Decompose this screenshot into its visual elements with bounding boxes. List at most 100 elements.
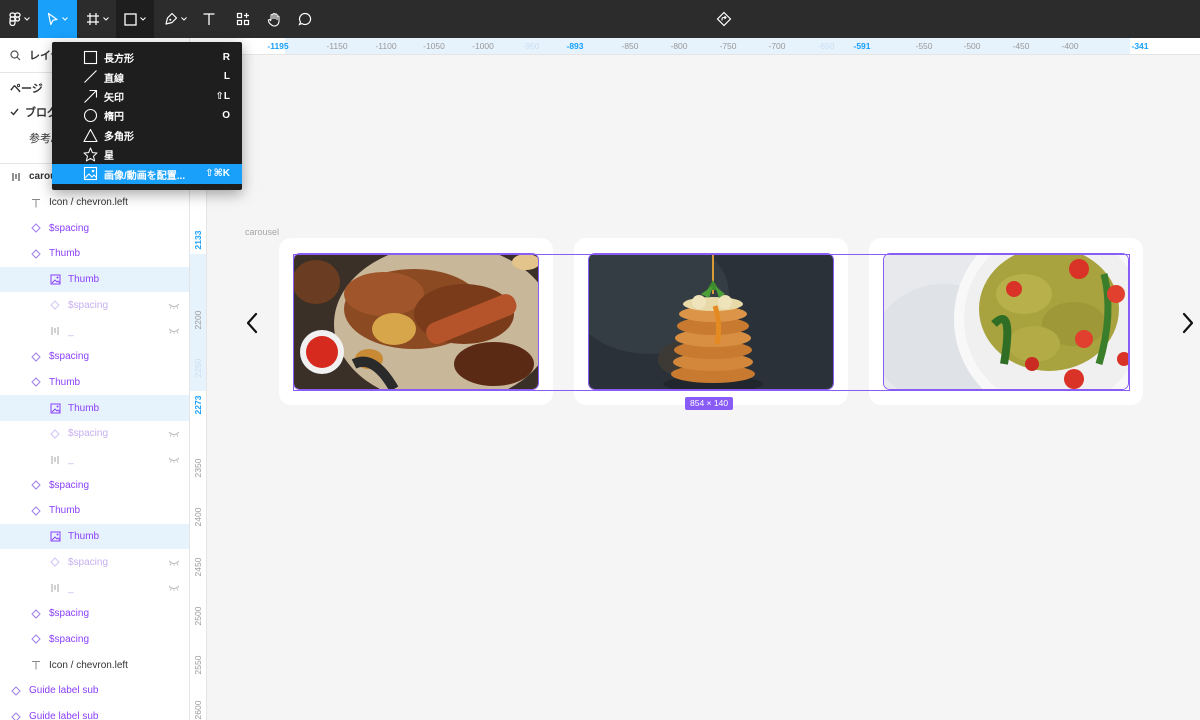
text-icon [30,659,42,671]
layer-label: $spacing [49,479,90,491]
eye-closed-icon[interactable] [168,583,180,594]
layer-label: $spacing [68,428,109,440]
layer-row[interactable]: $spacing [0,472,189,498]
menu-item[interactable]: 多角形 [52,126,242,145]
layer-row[interactable]: Icon / chevron.left [0,190,189,216]
layer-label: _ [68,582,74,594]
instance-icon [30,248,42,260]
ruler-tick-label: -800 [670,41,688,51]
main-menu-button[interactable] [0,0,38,38]
resources-icon [236,12,250,26]
figma-logo-icon [8,12,21,26]
autolayout-icon [49,325,61,337]
frame-label[interactable]: carousel [245,227,279,237]
layer-row[interactable]: Thumb [0,498,189,524]
menu-item-label: 長方形 [104,54,134,66]
ruler-tick-label: -700 [768,41,786,51]
pen-tool-button[interactable] [156,0,194,38]
eye-closed-icon[interactable] [168,558,180,569]
image-icon [49,531,61,543]
chevron-down-icon [23,17,30,21]
present-button[interactable] [709,0,739,38]
layer-label: Thumb [49,505,81,517]
menu-item-label: 矢印 [104,92,124,104]
layer-row[interactable]: $spacing [0,344,189,370]
instance-icon [30,222,42,234]
text-tool-button[interactable] [194,0,224,38]
layer-row[interactable]: _ [0,318,189,344]
ruler-tick-label: 2350 [193,458,203,478]
thumb-image-pancakes[interactable] [588,253,834,390]
menu-item[interactable]: 画像/動画を配置... ⇧⌘K [52,164,242,184]
rectangle-icon [124,12,137,26]
instance-icon [49,556,61,568]
eye-closed-icon[interactable] [168,326,180,337]
comment-tool-button[interactable] [290,0,320,38]
move-tool-button[interactable] [38,0,77,38]
layer-label: Thumb [49,248,81,260]
instance-icon [30,633,42,645]
ruler-tick-label: -750 [719,41,737,51]
menu-item[interactable]: 直線 L [52,67,242,86]
layer-row[interactable]: Thumb [0,523,189,550]
layer-row[interactable]: Guide label sub [0,678,189,704]
layer-label: $spacing [68,556,109,568]
menu-item[interactable]: 長方形 R [52,48,242,67]
menu-item[interactable]: 星 [52,145,242,164]
thumb-card[interactable] [279,238,553,405]
ruler-tick-label: 2400 [193,507,203,527]
arrow-icon [83,89,98,104]
ruler-tick-label: -550 [915,41,933,51]
layer-row[interactable]: Thumb [0,395,189,421]
ruler-tick-label: -1150 [326,41,348,51]
ruler-tick-label: 2200 [193,310,203,330]
layer-row[interactable]: _ [0,447,189,473]
eye-closed-icon[interactable] [168,455,180,466]
chevron-right-icon[interactable] [1181,312,1195,334]
ruler-tick-label: -450 [1012,41,1030,51]
eye-closed-icon[interactable] [168,429,180,440]
menu-item-shortcut: R [222,52,230,63]
thumb-image-pasta-salad[interactable] [883,253,1129,390]
layer-row[interactable]: Thumb [0,241,189,267]
layer-row[interactable]: Thumb [0,266,189,293]
frame-tool-button[interactable] [78,0,116,38]
layer-row[interactable]: $spacing [0,421,189,447]
thumb-card[interactable] [869,238,1143,405]
hand-tool-button[interactable] [259,0,289,38]
thumb-card[interactable] [574,238,848,405]
layer-row[interactable]: $spacing [0,293,189,319]
image-icon [49,402,61,414]
layer-label: Guide label sub [29,685,99,697]
shape-tool-button[interactable] [116,0,154,38]
layer-label: Guide label sub [29,711,99,720]
layer-label: Icon / chevron.left [49,659,128,671]
menu-item[interactable]: 楕円 O [52,106,242,125]
resources-button[interactable] [228,0,258,38]
thumb-image-grilled-meat[interactable] [293,253,539,390]
layer-row[interactable]: $spacing [0,627,189,653]
layer-row[interactable]: Thumb [0,370,189,396]
instance-icon [10,711,22,720]
layer-row[interactable]: Guide label sub [0,704,189,720]
layer-row[interactable]: $spacing [0,215,189,241]
layer-label: _ [68,454,74,466]
chevron-left-icon[interactable] [245,312,259,334]
layer-row[interactable]: _ [0,575,189,601]
menu-item-shortcut: O [222,110,230,122]
layer-row[interactable]: Icon / chevron.left [0,652,189,678]
layer-row[interactable]: $spacing [0,601,189,627]
layer-row[interactable]: $spacing [0,550,189,576]
autolayout-icon [10,171,22,183]
ruler-tick-label: 2500 [193,606,203,626]
eye-closed-icon[interactable] [168,301,180,312]
ruler-tick-label: -1000 [472,41,494,51]
text-icon [30,197,42,209]
toolbar [0,0,1200,38]
canvas[interactable]: carousel 854 × 140 [207,55,1200,720]
ruler-tick-label: 2133 [193,230,203,250]
menu-item[interactable]: 矢印 ⇧L [52,87,242,106]
image-icon [49,274,61,286]
autolayout-icon [49,454,61,466]
layer-label: Icon / chevron.left [49,197,128,209]
